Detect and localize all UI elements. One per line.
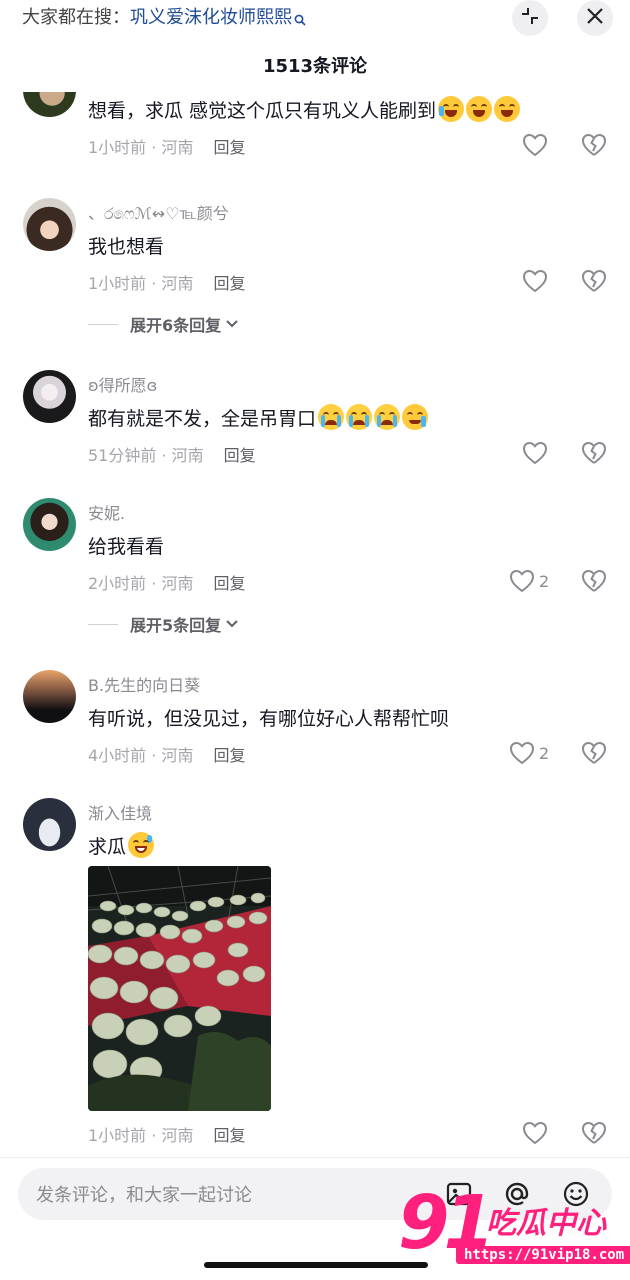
avatar[interactable]: [23, 798, 76, 851]
comment-text: 都有就是不发，全是吊胃口: [88, 404, 429, 431]
comment-username[interactable]: 、ර෧ෆℳ↭♡℡颜兮: [88, 200, 229, 224]
comment-list[interactable]: 想看，求瓜 感觉这个瓜只有巩义人能刷到 1小时前 · 河南 回复 、ර෧ෆℳ↭♡℡…: [0, 92, 630, 1157]
comment-text: 有听说，但没见过，有哪位好心人帮帮忙呗: [88, 708, 450, 730]
site-watermark: 91 吃瓜中心 https://91vip18.com: [398, 1186, 630, 1276]
comment-meta: 1小时前 · 河南 回复: [88, 134, 245, 158]
collapse-button[interactable]: [512, 0, 548, 36]
like-count: 2: [539, 571, 550, 591]
melon-greenhouse-photo[interactable]: [88, 866, 271, 1111]
broken-heart-icon[interactable]: [581, 1120, 607, 1146]
comment-time-location: 1小时前 · 河南: [88, 274, 194, 293]
broken-heart-icon[interactable]: [581, 132, 607, 158]
chevron-down-icon: [226, 620, 238, 628]
comment-text: 我也想看: [88, 236, 165, 258]
expand-replies-button[interactable]: 展开5条回复: [88, 612, 239, 636]
reply-button[interactable]: 回复: [213, 274, 245, 293]
reply-button[interactable]: 回复: [224, 446, 256, 465]
reply-button[interactable]: 回复: [213, 1126, 245, 1145]
comment-text: 给我看看: [88, 536, 165, 558]
close-button[interactable]: [577, 0, 613, 36]
comment-meta: 4小时前 · 河南 回复: [88, 742, 245, 766]
avatar[interactable]: [23, 498, 76, 551]
comment-time-location: 2小时前 · 河南: [88, 574, 194, 593]
comment-meta: 2小时前 · 河南 回复: [88, 570, 245, 594]
comment-item: 、ර෧ෆℳ↭♡℡颜兮 我也想看 1小时前 · 河南 回复 展开6条回复: [0, 196, 630, 346]
sob-emoji: [374, 404, 401, 430]
heart-icon: [522, 269, 548, 293]
reply-button[interactable]: 回复: [213, 574, 245, 593]
sob-emoji: [346, 404, 373, 430]
broken-heart-icon[interactable]: [581, 440, 607, 466]
like-button[interactable]: 2: [509, 740, 549, 766]
heart-icon: [509, 741, 535, 765]
heart-icon: [522, 1121, 548, 1145]
close-icon: [586, 7, 604, 29]
divider: [0, 1157, 630, 1158]
laugh-cry-emoji: [466, 96, 493, 122]
comment-item: 安妮. 给我看看 2小时前 · 河南 回复 2 展开5条回复: [0, 496, 630, 646]
avatar[interactable]: [23, 92, 76, 117]
comment-username[interactable]: B.先生的向日葵: [88, 672, 200, 696]
watermark-name: 吃瓜中心: [486, 1206, 606, 1241]
search-suggestion[interactable]: 大家都在搜：巩义爱沫化妆师熙熙: [22, 4, 306, 32]
like-button[interactable]: [522, 1120, 548, 1146]
comment-username[interactable]: 渐入佳境: [88, 800, 152, 824]
avatar[interactable]: [23, 370, 76, 423]
reply-button[interactable]: 回复: [213, 746, 245, 765]
like-button[interactable]: [522, 440, 548, 466]
heart-icon: [522, 133, 548, 157]
comment-username[interactable]: ʚ得所愿ɞ: [88, 372, 157, 396]
top-bar: 大家都在搜：巩义爱沫化妆师熙熙: [0, 0, 630, 40]
reply-button[interactable]: 回复: [213, 138, 245, 157]
like-button[interactable]: [522, 268, 548, 294]
broken-heart-icon[interactable]: [581, 740, 607, 766]
photo-illustration: [88, 866, 271, 1111]
comment-item: 想看，求瓜 感觉这个瓜只有巩义人能刷到 1小时前 · 河南 回复: [0, 92, 630, 182]
divider-line: [88, 623, 118, 625]
comment-time-location: 1小时前 · 河南: [88, 138, 194, 157]
like-count: 2: [539, 743, 550, 763]
comment-text: 想看，求瓜 感觉这个瓜只有巩义人能刷到: [88, 96, 521, 123]
like-button[interactable]: [522, 132, 548, 158]
comment-time-location: 1小时前 · 河南: [88, 1126, 194, 1145]
search-icon[interactable]: [294, 7, 306, 35]
divider-line: [88, 323, 118, 325]
comment-input-placeholder: 发条评论，和大家一起讨论: [36, 1185, 252, 1206]
search-suggestion-prefix: 大家都在搜：: [22, 7, 130, 28]
heart-icon: [522, 441, 548, 465]
heart-icon: [509, 569, 535, 593]
chevron-down-icon: [226, 320, 238, 328]
collapse-icon: [520, 6, 540, 30]
comment-item: B.先生的向日葵 有听说，但没见过，有哪位好心人帮帮忙呗 4小时前 · 河南 回复…: [0, 668, 630, 778]
search-suggestion-term[interactable]: 巩义爱沫化妆师熙熙: [130, 7, 292, 28]
broken-heart-icon[interactable]: [581, 268, 607, 294]
comment-time-location: 4小时前 · 河南: [88, 746, 194, 765]
avatar[interactable]: [23, 198, 76, 251]
like-button[interactable]: 2: [509, 568, 549, 594]
comment-text: 求瓜: [88, 832, 155, 859]
sob-emoji: [318, 404, 345, 430]
comment-username[interactable]: 安妮.: [88, 500, 125, 524]
expand-replies-button[interactable]: 展开6条回复: [88, 312, 239, 336]
avatar[interactable]: [23, 670, 76, 723]
laugh-cry-emoji: [494, 96, 521, 122]
comment-meta: 51分钟前 · 河南 回复: [88, 442, 256, 466]
cry-smile-emoji: [402, 404, 429, 430]
sweat-grin-emoji: [128, 832, 155, 858]
comment-meta: 1小时前 · 河南 回复: [88, 1122, 245, 1146]
comment-count: 1513条评论: [262, 56, 368, 77]
comment-time-location: 51分钟前 · 河南: [88, 446, 204, 465]
broken-heart-icon[interactable]: [581, 568, 607, 594]
comment-meta: 1小时前 · 河南 回复: [88, 270, 245, 294]
home-indicator[interactable]: [204, 1262, 428, 1268]
laugh-cry-emoji: [438, 96, 465, 122]
comment-item: ʚ得所愿ɞ 都有就是不发，全是吊胃口 51分钟前 · 河南 回复: [0, 368, 630, 478]
comment-item: 渐入佳境 求瓜 1小时前 · 河南 回复: [0, 796, 630, 1156]
watermark-url: https://91vip18.com: [456, 1246, 630, 1264]
